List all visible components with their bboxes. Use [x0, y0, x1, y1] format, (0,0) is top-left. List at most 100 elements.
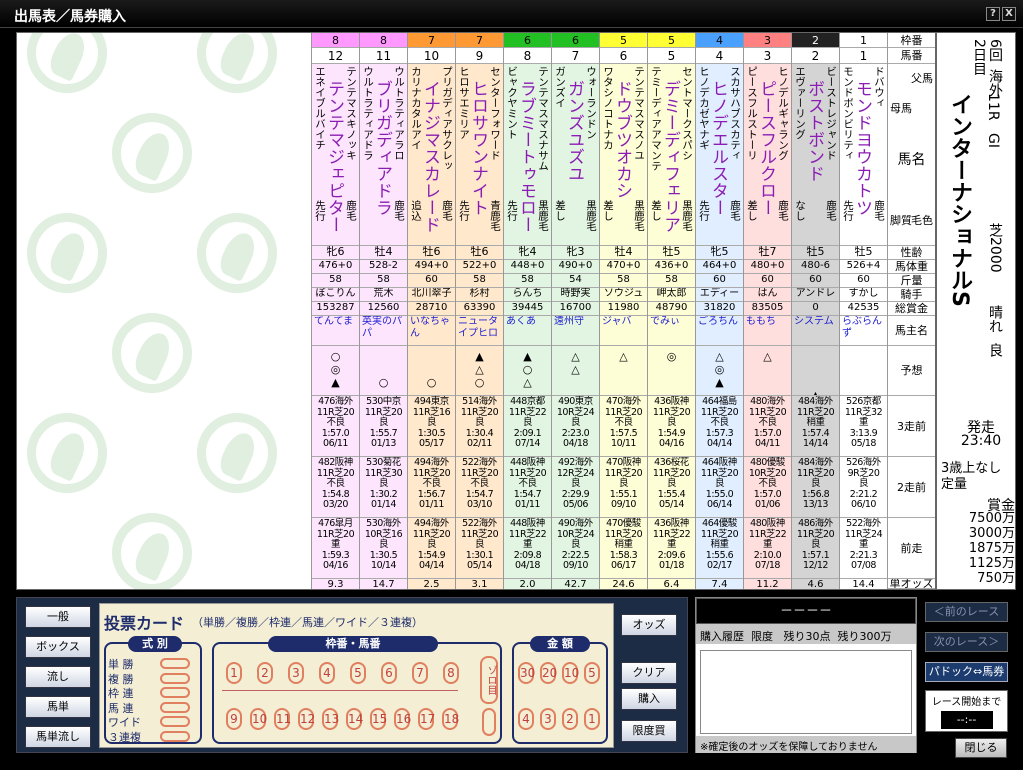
past-race-r2[interactable]: 494海外 11R芝20 不良 1:56.7 01/11	[408, 457, 455, 518]
mode-button-4[interactable]: 馬単流し	[25, 726, 91, 748]
mode-button-1[interactable]: ボックス	[25, 636, 91, 658]
horse-column[interactable]: 8 11 ウルトラティアラロ ウルトラティアドラ ブリガディアドラ 鹿毛 牡4 528-2 58…	[359, 33, 407, 589]
horse-name[interactable]: テンテマジェピター	[324, 80, 344, 233]
action-button-3[interactable]: 限度買	[621, 720, 677, 742]
horse-column[interactable]: 5 5 セントマークスパシ テミーディアアマンテ デミーディフェリア 差し 黒鹿毛 牡5 436…	[647, 33, 695, 589]
past-race-r1[interactable]: 464優駿 11R芝20 稍重 1:55.6 02/17	[696, 518, 743, 579]
amount-5[interactable]: 5	[584, 662, 600, 684]
past-race-r3[interactable]: 514海外 11R芝20 良 1:30.4 02/11	[456, 396, 503, 457]
number-1[interactable]: 1	[226, 662, 242, 684]
mode-button-2[interactable]: 流し	[25, 666, 91, 688]
past-race-r3[interactable]: 530中京 11R芝20 良 1:55.7 01/13	[360, 396, 407, 457]
number-6[interactable]: 6	[381, 662, 397, 684]
past-race-r1[interactable]: 530海外 10R芝16 良 1:30.5 10/14	[360, 518, 407, 579]
horse-name[interactable]: ガンズユズユ	[564, 80, 584, 182]
close-button[interactable]: 閉じる	[955, 738, 1007, 758]
number-16[interactable]: 16	[394, 708, 411, 730]
past-race-r3[interactable]: 494東京 11R芝16 良 1:30.5 05/17	[408, 396, 455, 457]
horse-name[interactable]: ピースフルクロー	[756, 80, 776, 216]
past-race-r3[interactable]: 526京都 11R芝32 重 3:13.9 05/18	[840, 396, 887, 457]
number-2[interactable]: 2	[257, 662, 273, 684]
close-icon[interactable]: X	[1002, 7, 1016, 21]
past-race-r2[interactable]: 482阪神 11R芝20 不良 1:54.8 03/20	[312, 457, 359, 518]
action-button-2[interactable]: 購入	[621, 688, 677, 710]
past-race-r2[interactable]: 526海外 9R芝20 良 2:21.2 06/10	[840, 457, 887, 518]
past-race-r3[interactable]: 448京都 11R芝22 良 2:09.1 07/14	[504, 396, 551, 457]
horse-column[interactable]: 4 4 スカサハブスカティ ヒノデカゼヤナギ ヒノデエルスター 先行 鹿毛 牝5 464+0 60…	[695, 33, 743, 589]
number-13[interactable]: 13	[322, 708, 339, 730]
bet-type-checkbox[interactable]	[160, 730, 190, 742]
action-button-0[interactable]: オッズ	[621, 614, 677, 636]
next-race-button[interactable]: 次のレース＞	[925, 632, 1008, 652]
past-race-r2[interactable]: 530菊花 11R芝30 良 1:30.2 01/14	[360, 457, 407, 518]
action-button-1[interactable]: クリア	[621, 662, 677, 684]
horse-column[interactable]: 7 9 センターフォワード ヒロサエミリア ヒロサワンナイト 先行 青鹿毛 牡6 522+0 58…	[455, 33, 503, 589]
zoro-oval[interactable]	[482, 708, 496, 736]
horse-column[interactable]: 8 12 テンテマスキノッキ エネイブルバイチ テンテマジェピター 先行 鹿毛 牝6 476+0…	[311, 33, 359, 589]
amount-30[interactable]: 30	[518, 662, 535, 684]
amount-20[interactable]: 20	[540, 662, 557, 684]
horse-column[interactable]: 7 10 プリガディアサクレッ カリナカタルアイ イナジマスカレード 追込 鹿毛 牡6 494+…	[407, 33, 455, 589]
past-race-r3[interactable]: 484海外 11R芝20 稍重 1:57.4 14/14	[792, 396, 839, 457]
past-race-r1[interactable]: 480阪神 11R芝22 重 2:10.0 07/18	[744, 518, 791, 579]
past-race-r1[interactable]: 470優駿 11R芝20 稍重 1:58.3 06/17	[600, 518, 647, 579]
number-9[interactable]: 9	[226, 708, 242, 730]
bet-type-checkbox[interactable]	[160, 701, 190, 713]
number-7[interactable]: 7	[412, 662, 428, 684]
history-list[interactable]	[700, 650, 912, 734]
horse-name[interactable]: ブリガディアドラ	[372, 80, 392, 216]
past-race-r2[interactable]: 484海外 11R芝20 良 1:56.8 13/13	[792, 457, 839, 518]
horse-name[interactable]: ドウブツオカシ	[612, 80, 632, 199]
past-race-r3[interactable]: 476海外 11R芝20 不良 1:57.0 06/11	[312, 396, 359, 457]
amount-10[interactable]: 10	[562, 662, 579, 684]
number-18[interactable]: 18	[442, 708, 459, 730]
bet-type-checkbox[interactable]	[160, 716, 190, 727]
past-race-r1[interactable]: 494海外 11R芝20 良 1:54.9 04/14	[408, 518, 455, 579]
past-race-r2[interactable]: 522海外 11R芝20 不良 1:54.7 03/10	[456, 457, 503, 518]
number-10[interactable]: 10	[250, 708, 267, 730]
number-12[interactable]: 12	[298, 708, 315, 730]
horse-name[interactable]: ラブミートゥモロー	[516, 80, 536, 233]
past-race-r2[interactable]: 480優駿 10R芝20 不良 1:57.0 01/06	[744, 457, 791, 518]
prev-race-button[interactable]: ＜前のレース	[925, 602, 1008, 622]
past-race-r2[interactable]: 470阪神 11R芝20 良 1:55.1 09/10	[600, 457, 647, 518]
horse-column[interactable]: 1 1 ドバウィ モンドボンビリティ モンドヨウカトツ 先行 鹿毛 牡5 526+4 60 すかし 4…	[839, 33, 887, 589]
amount-4[interactable]: 4	[518, 708, 534, 730]
past-race-r1[interactable]: 486海外 11R芝20 良 1:57.1 12/12	[792, 518, 839, 579]
past-race-r2[interactable]: 448阪神 11R芝20 不良 1:54.7 01/11	[504, 457, 551, 518]
past-race-r1[interactable]: 448阪神 11R芝22 重 2:09.8 04/18	[504, 518, 551, 579]
horse-column[interactable]: 3 3 ヒノデルギャラング ピースフルストーリ ピースフルクロー 差し 鹿毛 牡7 480+0 6…	[743, 33, 791, 589]
mode-button-3[interactable]: 馬単	[25, 696, 91, 718]
horse-column[interactable]: 2 2 ビーストレジャンド エヴァーリング ボストボンド なし 鹿毛 牡5 480-6 60 アンド…	[791, 33, 839, 589]
horse-name[interactable]: ヒロサワンナイト	[468, 80, 488, 216]
amount-2[interactable]: 2	[562, 708, 578, 730]
bet-type-checkbox[interactable]	[160, 687, 190, 698]
past-race-r2[interactable]: 436桜花 11R芝20 良 1:55.4 05/14	[648, 457, 695, 518]
horse-column[interactable]: 5 6 テンテマスマスノユ ワタシノコトナカ ドウブツオカシ 差し 黒鹿毛 牡4 470+0 58…	[599, 33, 647, 589]
past-race-r1[interactable]: 436阪神 11R芝22 重 2:09.6 01/18	[648, 518, 695, 579]
bet-type-checkbox[interactable]	[160, 658, 190, 669]
amount-3[interactable]: 3	[540, 708, 556, 730]
horse-name[interactable]: モンドヨウカトツ	[852, 80, 872, 216]
paddock-toggle-button[interactable]: パドック⇔馬券	[925, 662, 1008, 682]
number-5[interactable]: 5	[350, 662, 366, 684]
horse-name[interactable]: デミーディフェリア	[660, 80, 680, 233]
number-17[interactable]: 17	[418, 708, 435, 730]
past-race-r3[interactable]: 470海外 11R芝20 不良 1:57.5 10/11	[600, 396, 647, 457]
bet-type-checkbox[interactable]	[160, 672, 190, 684]
amount-1[interactable]: 1	[584, 708, 600, 730]
number-8[interactable]: 8	[443, 662, 459, 684]
horse-name[interactable]: ヒノデエルスター	[708, 80, 728, 216]
past-race-r1[interactable]: 476皐月 11R芝20 重 1:59.3 04/16	[312, 518, 359, 579]
past-race-r1[interactable]: 522海外 11R芝20 良 1:30.1 05/14	[456, 518, 503, 579]
horse-column[interactable]: 6 8 テンテマスマスナサム ビャクヤミント ラブミートゥモロー 先行 黒鹿毛 牝4 448+0…	[503, 33, 551, 589]
number-4[interactable]: 4	[319, 662, 335, 684]
horse-name[interactable]: ボストボンド	[804, 80, 824, 182]
horse-name[interactable]: イナジマスカレード	[420, 80, 440, 233]
past-race-r1[interactable]: 522海外 11R芝24 重 2:21.3 07/08	[840, 518, 887, 579]
number-15[interactable]: 15	[370, 708, 387, 730]
past-race-r3[interactable]: 436阪神 11R芝20 良 1:54.9 04/16	[648, 396, 695, 457]
number-3[interactable]: 3	[288, 662, 304, 684]
past-race-r1[interactable]: 490海外 10R芝24 良 2:22.5 09/10	[552, 518, 599, 579]
past-race-r2[interactable]: 492海外 12R芝24 良 2:29.9 05/06	[552, 457, 599, 518]
